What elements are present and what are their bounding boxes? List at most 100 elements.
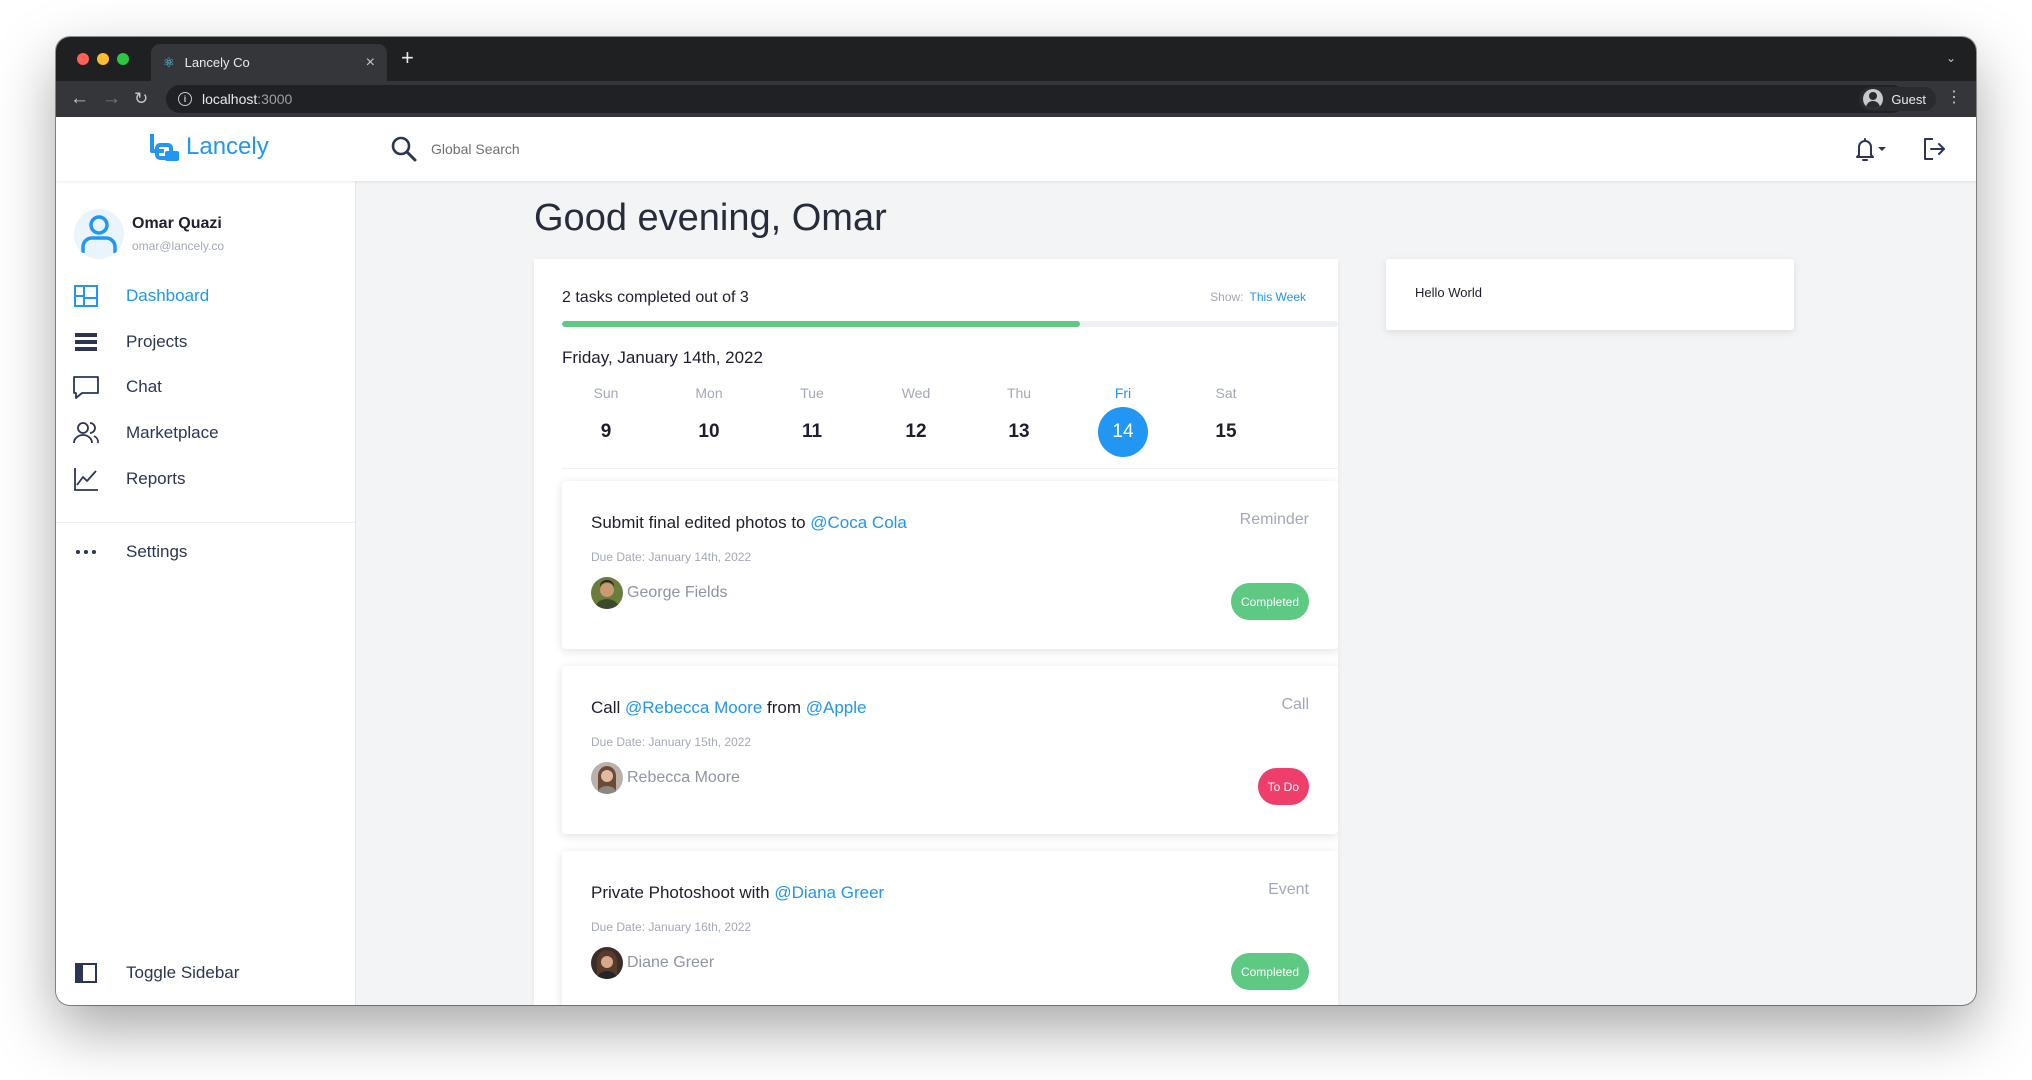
- show-filter: Show: This Week: [1210, 290, 1306, 304]
- task-title-text: Call: [591, 698, 626, 717]
- task-progress-fill: [562, 321, 1080, 327]
- selected-date: Friday, January 14th, 2022: [562, 348, 763, 367]
- marketplace-icon: [73, 422, 99, 444]
- mention-link[interactable]: @Apple: [806, 698, 867, 717]
- guest-profile-button[interactable]: Guest: [1859, 87, 1936, 111]
- mention-link[interactable]: @Diana Greer: [774, 883, 884, 902]
- hello-widget-text: Hello World: [1415, 285, 1482, 300]
- sidebar-item-chat[interactable]: Chat: [72, 372, 162, 402]
- day-thu[interactable]: Thu 13: [991, 385, 1047, 457]
- maximize-window-button[interactable]: [117, 53, 129, 65]
- day-number: 10: [698, 421, 720, 442]
- close-tab-icon[interactable]: ×: [366, 54, 375, 72]
- day-sun[interactable]: Sun 9: [578, 385, 634, 457]
- task-title: Submit final edited photos to @Coca Cola: [591, 513, 907, 533]
- mention-link[interactable]: @Coca Cola: [810, 513, 907, 532]
- search-icon[interactable]: [390, 135, 418, 163]
- sidebar-item-label: Reports: [126, 469, 186, 488]
- task-card[interactable]: Call @Rebecca Moore from @Apple Call Due…: [562, 666, 1338, 834]
- chat-icon: [73, 376, 99, 399]
- user-name: Omar Quazi: [132, 215, 222, 232]
- lancely-logo[interactable]: Lancely: [148, 131, 269, 163]
- browser-tab[interactable]: ⚛ Lancely Co ×: [151, 44, 387, 81]
- guest-label: Guest: [1891, 91, 1926, 107]
- task-title-text: Submit final edited photos to: [591, 513, 811, 532]
- task-title-text: Private Photoshoot with: [591, 883, 775, 902]
- close-window-button[interactable]: [77, 53, 89, 65]
- assignee-photo: [591, 577, 623, 609]
- user-profile[interactable]: Omar Quazi omar@lancely.co: [74, 209, 224, 259]
- show-filter-dropdown[interactable]: This Week: [1250, 290, 1306, 304]
- toggle-sidebar-label: Toggle Sidebar: [126, 963, 240, 982]
- back-arrow-icon[interactable]: ←: [70, 88, 89, 110]
- status-badge[interactable]: Completed: [1230, 953, 1309, 990]
- task-progress-bar: [562, 321, 1338, 327]
- day-number: 11: [801, 421, 823, 442]
- day-name: Sun: [593, 385, 619, 401]
- day-sat[interactable]: Sat 15: [1198, 385, 1254, 457]
- task-due-date: Due Date: January 15th, 2022: [591, 735, 752, 749]
- week-strip: Sun 9 Mon 10 Tue 11 Wed 12 Thu 13 Fri 14: [578, 385, 1302, 457]
- task-card[interactable]: Submit final edited photos to @Coca Cola…: [562, 481, 1338, 649]
- assignee-name: Rebecca Moore: [627, 769, 740, 786]
- assignee-name: Diane Greer: [627, 954, 715, 971]
- status-badge[interactable]: To Do: [1257, 768, 1309, 805]
- forward-arrow-icon[interactable]: →: [102, 88, 121, 110]
- task-assignee: Diane Greer: [591, 947, 714, 979]
- assignee-photo: [591, 947, 623, 979]
- sidebar-item-reports[interactable]: Reports: [72, 464, 186, 494]
- task-assignee: Rebecca Moore: [591, 762, 740, 794]
- day-fri[interactable]: Fri 14: [1095, 385, 1151, 457]
- settings-label: Settings: [126, 542, 188, 561]
- reports-icon: [74, 468, 98, 491]
- tab-title: Lancely Co: [184, 55, 250, 70]
- status-badge[interactable]: Completed: [1230, 583, 1309, 620]
- day-mon[interactable]: Mon 10: [681, 385, 737, 457]
- browser-tab-bar: ⚛ Lancely Co × + ⌄: [56, 37, 1976, 81]
- week-divider: [562, 468, 1338, 469]
- global-search-input[interactable]: Global Search: [431, 141, 520, 157]
- sidebar-item-marketplace[interactable]: Marketplace: [72, 418, 219, 448]
- assignee-name: George Fields: [627, 584, 728, 601]
- tab-list-chevron-icon[interactable]: ⌄: [1946, 51, 1956, 65]
- day-name: Tue: [800, 385, 824, 401]
- toggle-sidebar-button[interactable]: Toggle Sidebar: [72, 958, 239, 988]
- user-email: omar@lancely.co: [132, 239, 224, 253]
- hello-widget: Hello World: [1386, 259, 1794, 330]
- day-number: 13: [1008, 421, 1030, 442]
- address-bar[interactable]: i localhost:3000: [166, 85, 1906, 113]
- day-number: 15: [1215, 421, 1237, 442]
- sidebar-divider: [56, 522, 355, 523]
- day-number: 12: [905, 421, 927, 442]
- mention-link[interactable]: @Rebecca Moore: [625, 698, 762, 717]
- task-card[interactable]: Private Photoshoot with @Diana Greer Eve…: [562, 851, 1338, 1005]
- day-tue[interactable]: Tue 11: [784, 385, 840, 457]
- assignee-photo: [591, 762, 623, 794]
- day-number-selected: 14: [1098, 407, 1148, 457]
- sidebar-item-projects[interactable]: Projects: [72, 327, 187, 357]
- sidebar-item-dashboard[interactable]: Dashboard: [72, 281, 209, 311]
- sidebar-toggle-icon: [75, 963, 97, 983]
- task-due-date: Due Date: January 16th, 2022: [591, 920, 752, 934]
- new-tab-button[interactable]: +: [401, 47, 414, 69]
- site-info-icon[interactable]: i: [178, 92, 192, 106]
- dashboard-icon: [74, 285, 98, 307]
- assignee-avatar: [591, 947, 623, 979]
- task-title: Private Photoshoot with @Diana Greer: [591, 883, 884, 903]
- notification-bell-icon[interactable]: [1852, 135, 1888, 163]
- url-host: localhost: [202, 91, 258, 107]
- logout-icon[interactable]: [1920, 135, 1948, 163]
- minimize-window-button[interactable]: [97, 53, 109, 65]
- url-port: :3000: [257, 91, 293, 107]
- day-name: Thu: [1006, 385, 1032, 401]
- task-due-date: Due Date: January 14th, 2022: [591, 550, 752, 564]
- browser-menu-icon[interactable]: ⋮: [1946, 87, 1962, 107]
- day-wed[interactable]: Wed 12: [888, 385, 944, 457]
- reload-icon[interactable]: ↻: [134, 88, 148, 110]
- guest-avatar-icon: [1863, 89, 1884, 109]
- user-avatar-icon: [81, 215, 117, 253]
- sidebar-item-settings[interactable]: Settings: [72, 537, 187, 567]
- task-count: 2 tasks completed out of 3: [562, 289, 749, 306]
- more-dots-icon: [76, 550, 96, 554]
- app-header: Lancely Global Search: [56, 117, 1976, 181]
